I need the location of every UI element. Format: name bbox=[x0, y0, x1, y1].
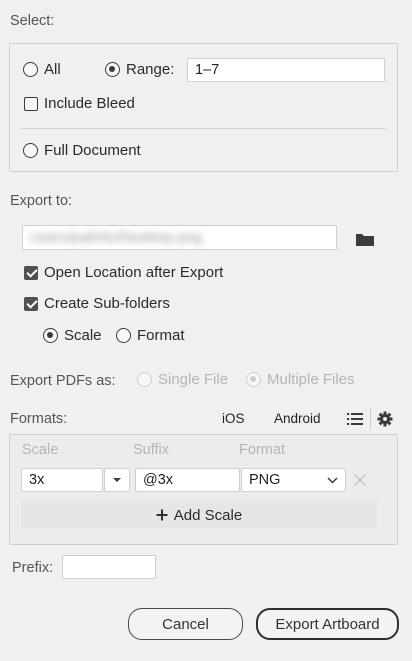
select-heading: Select: bbox=[10, 13, 55, 29]
formats-panel: Scale Suffix Format 3x @3x PNG Add Scale bbox=[9, 434, 398, 545]
prefix-input[interactable] bbox=[62, 555, 156, 579]
prefix-label: Prefix: bbox=[12, 560, 54, 576]
add-scale-button[interactable]: Add Scale bbox=[21, 501, 377, 529]
radio-all-label: All bbox=[44, 61, 61, 78]
export-path-value: Users/path/to/Desktop.png bbox=[30, 229, 202, 246]
cancel-button[interactable]: Cancel bbox=[128, 608, 243, 640]
radio-format[interactable]: Format bbox=[116, 327, 185, 344]
radio-multiple-files-label: Multiple Files bbox=[267, 371, 355, 388]
radio-format-label: Format bbox=[137, 327, 185, 344]
radio-range-circle[interactable] bbox=[105, 62, 120, 77]
radio-full-document[interactable]: Full Document bbox=[23, 142, 141, 159]
chevron-down-icon bbox=[327, 476, 338, 484]
select-divider bbox=[21, 128, 386, 129]
radio-full-document-label: Full Document bbox=[44, 142, 141, 159]
radio-single-file-circle[interactable] bbox=[137, 372, 152, 387]
col-suffix-header: Suffix bbox=[133, 442, 170, 458]
create-subfolders-box[interactable] bbox=[24, 296, 38, 311]
col-format-header: Format bbox=[239, 442, 285, 458]
radio-single-file-label: Single File bbox=[158, 371, 229, 388]
android-button[interactable]: Android bbox=[274, 411, 321, 426]
radio-full-document-circle[interactable] bbox=[23, 143, 38, 158]
radio-all-circle[interactable] bbox=[23, 62, 38, 77]
format-select[interactable]: PNG bbox=[241, 468, 346, 492]
checkbox-include-bleed[interactable]: Include Bleed bbox=[24, 95, 135, 112]
include-bleed-box[interactable] bbox=[24, 96, 38, 111]
radio-format-circle[interactable] bbox=[116, 328, 131, 343]
open-location-label: Open Location after Export bbox=[44, 264, 224, 281]
radio-scale-label: Scale bbox=[64, 327, 102, 344]
formats-toolbar-divider bbox=[370, 408, 371, 430]
scale-dropdown-button[interactable] bbox=[104, 468, 130, 492]
close-icon[interactable] bbox=[353, 473, 367, 487]
radio-range[interactable]: Range: bbox=[105, 61, 174, 78]
checkbox-open-location[interactable]: Open Location after Export bbox=[24, 264, 223, 281]
radio-scale[interactable]: Scale bbox=[43, 327, 102, 344]
export-to-heading: Export to: bbox=[10, 193, 73, 209]
scale-input[interactable]: 3x bbox=[21, 468, 103, 492]
export-artboard-button[interactable]: Export Artboard bbox=[256, 608, 399, 640]
include-bleed-label: Include Bleed bbox=[44, 95, 135, 112]
formats-heading: Formats: bbox=[10, 411, 68, 427]
export-path-input[interactable]: Users/path/to/Desktop.png bbox=[22, 225, 337, 250]
radio-single-file[interactable]: Single File bbox=[137, 371, 228, 388]
radio-multiple-files[interactable]: Multiple Files bbox=[246, 371, 355, 388]
list-icon[interactable] bbox=[346, 410, 364, 428]
radio-scale-circle[interactable] bbox=[43, 328, 58, 343]
checkbox-create-subfolders[interactable]: Create Sub-folders bbox=[24, 295, 170, 312]
plus-icon bbox=[156, 509, 168, 521]
export-pdfs-heading: Export PDFs as: bbox=[10, 373, 116, 389]
format-select-value: PNG bbox=[249, 472, 281, 488]
suffix-input[interactable]: @3x bbox=[135, 468, 240, 492]
folder-icon[interactable] bbox=[355, 232, 375, 247]
chevron-down-icon bbox=[113, 478, 121, 482]
radio-all[interactable]: All bbox=[23, 61, 61, 78]
create-subfolders-label: Create Sub-folders bbox=[44, 295, 170, 312]
radio-range-label: Range: bbox=[126, 61, 175, 78]
add-scale-label: Add Scale bbox=[173, 506, 243, 524]
col-scale-header: Scale bbox=[22, 442, 59, 458]
radio-multiple-files-circle[interactable] bbox=[246, 372, 261, 387]
select-panel: All Range: 1–7 Include Bleed Full Docume… bbox=[9, 43, 398, 172]
gear-icon[interactable] bbox=[377, 411, 393, 427]
open-location-box[interactable] bbox=[24, 265, 38, 280]
ios-button[interactable]: iOS bbox=[222, 411, 245, 426]
range-input[interactable]: 1–7 bbox=[187, 58, 385, 82]
